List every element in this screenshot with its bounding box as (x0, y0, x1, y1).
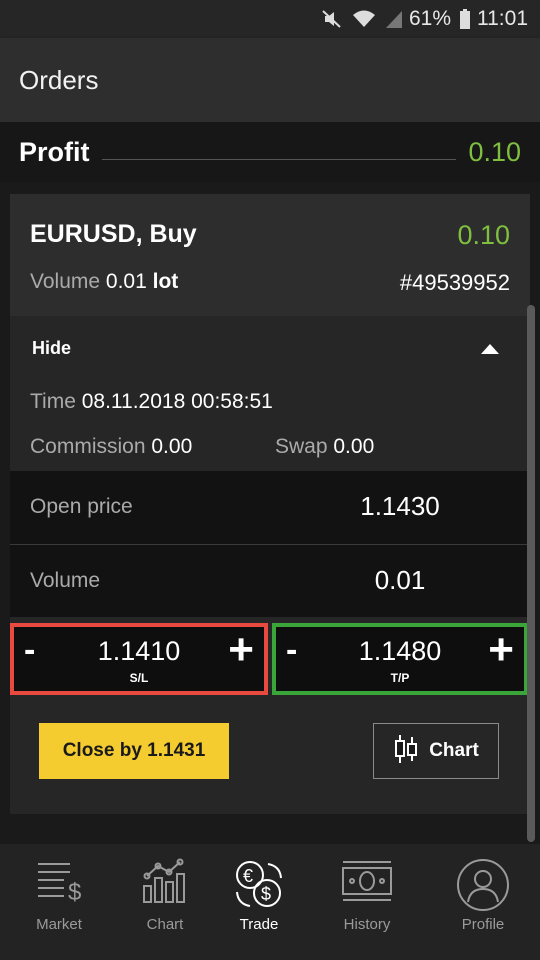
tp-value[interactable]: 1.1480 (276, 636, 524, 667)
order-header[interactable]: EURUSD, Buy 0.10 Volume 0.01 lot #495399… (10, 194, 530, 316)
candlestick-icon (393, 734, 419, 769)
order-card: EURUSD, Buy 0.10 Volume 0.01 lot #495399… (10, 194, 530, 814)
order-volume-value: 0.01 (105, 270, 147, 293)
nav-history[interactable]: History (313, 844, 421, 960)
signal-icon (385, 9, 403, 29)
profit-divider (101, 158, 457, 160)
order-volume-unit: lot (152, 270, 179, 293)
order-symbol: EURUSD, Buy (30, 220, 197, 248)
commission-value: 0.00 (151, 435, 193, 458)
order-ticket: #49539952 (399, 270, 510, 295)
open-price-label: Open price (30, 495, 133, 518)
chart-button[interactable]: Chart (373, 723, 499, 779)
time-row: Time 08.11.2018 00:58:51 (30, 390, 273, 414)
trade-icon: € $ (205, 858, 313, 912)
collapse-arrow-icon[interactable] (481, 344, 499, 354)
take-profit-stepper: - 1.1480 T/P + (272, 623, 528, 695)
mute-icon (321, 8, 343, 30)
order-profit: 0.10 (457, 220, 510, 250)
close-order-button[interactable]: Close by 1.1431 (39, 723, 229, 779)
nav-market-label: Market (36, 916, 82, 933)
sl-plus-button[interactable]: + (228, 625, 254, 675)
time-label: Time (30, 390, 76, 413)
order-details: Hide Time 08.11.2018 00:58:51 Commission… (10, 316, 530, 471)
order-volume-label: Volume (30, 270, 101, 293)
volume-row: Volume 0.01 (10, 545, 530, 617)
tp-plus-button[interactable]: + (488, 625, 514, 675)
volume-row-value: 0.01 (374, 565, 426, 595)
time-value: 08.11.2018 00:58:51 (81, 390, 273, 413)
svg-text:$: $ (261, 884, 271, 904)
status-bar: 61% 11:01 (0, 0, 540, 38)
swap-row: Swap 0.00 (275, 435, 374, 459)
sl-caption: S/L (129, 671, 149, 685)
profile-icon (429, 858, 537, 912)
commission-label: Commission (30, 435, 146, 458)
svg-text:$: $ (68, 879, 81, 906)
nav-history-label: History (343, 916, 391, 933)
tp-caption: T/P (390, 671, 410, 685)
nav-market[interactable]: $ Market (5, 844, 113, 960)
bottom-nav: $ Market Chart € $ Trade History Profile (0, 844, 540, 960)
profit-value: 0.10 (468, 136, 521, 167)
open-price-value: 1.1430 (360, 491, 440, 521)
hide-toggle[interactable]: Hide (32, 338, 71, 359)
history-icon (313, 858, 421, 912)
swap-value: 0.00 (333, 435, 375, 458)
profit-label: Profit (19, 136, 90, 167)
clock: 11:01 (477, 7, 528, 30)
scrollbar[interactable] (527, 305, 535, 842)
swap-label: Swap (275, 435, 328, 458)
commission-row: Commission 0.00 (30, 435, 192, 459)
open-price-row: Open price 1.1430 (10, 471, 530, 543)
chart-icon (111, 858, 219, 912)
svg-text:€: € (243, 866, 253, 886)
volume-row-label: Volume (30, 569, 101, 592)
nav-chart-label: Chart (146, 916, 184, 933)
total-profit-row: Profit 0.10 (0, 122, 540, 182)
nav-trade-label: Trade (239, 916, 279, 933)
nav-profile-label: Profile (461, 916, 505, 933)
wifi-icon (351, 8, 377, 30)
sl-value[interactable]: 1.1410 (14, 636, 264, 667)
nav-trade[interactable]: € $ Trade (205, 844, 313, 960)
page-title: Orders (19, 64, 99, 95)
stop-loss-stepper: - 1.1410 S/L + (10, 623, 268, 695)
battery-icon (459, 8, 471, 30)
chart-button-label: Chart (429, 740, 479, 761)
nav-profile[interactable]: Profile (429, 844, 537, 960)
app-header: Orders (0, 38, 540, 122)
nav-chart[interactable]: Chart (111, 844, 219, 960)
order-volume: Volume 0.01 lot (30, 270, 178, 294)
market-icon: $ (5, 858, 113, 912)
price-block: Open price 1.1430 Volume 0.01 (10, 471, 530, 617)
battery-percent: 61% (408, 7, 451, 30)
